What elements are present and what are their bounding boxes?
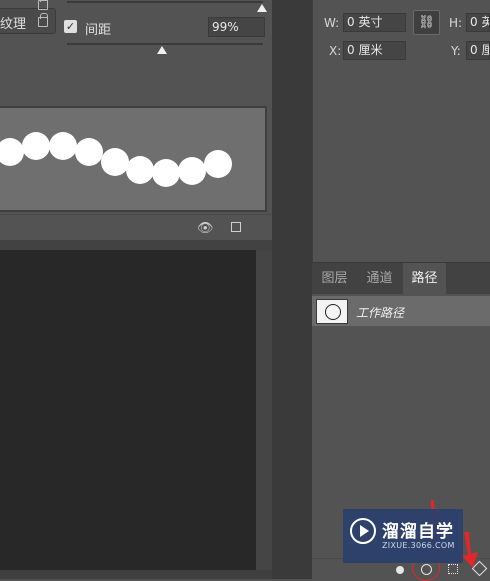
height-label: H:	[449, 16, 463, 30]
properties-panel	[312, 0, 490, 262]
tab-layers[interactable]: 图层	[313, 263, 356, 294]
width-field[interactable]: 0 英寸	[343, 13, 406, 32]
new-brush-preset-icon[interactable]	[231, 222, 241, 232]
height-field[interactable]: 0 英	[466, 13, 490, 32]
play-logo-icon	[350, 518, 376, 544]
spacing-value-field[interactable]: 99%	[208, 17, 265, 37]
preview-dot	[152, 159, 180, 187]
x-label: X:	[329, 44, 342, 58]
preview-dot	[22, 132, 50, 160]
preview-dot	[0, 138, 24, 166]
preview-dot	[204, 150, 232, 178]
y-position-field[interactable]: 0 厘	[466, 41, 490, 60]
spacing-slider-thumb[interactable]	[157, 46, 167, 54]
path-name[interactable]: 工作路径	[356, 304, 404, 321]
spacing-slider-track[interactable]	[67, 43, 263, 45]
x-position-field[interactable]: 0 厘米	[343, 41, 406, 60]
panel-separator	[272, 0, 312, 579]
tab-channels[interactable]: 通道	[358, 263, 401, 294]
watermark-title: 溜溜自学	[382, 522, 454, 542]
preview-dot	[126, 156, 154, 184]
toggle-preview-eye-icon[interactable]: 👁	[197, 221, 214, 236]
panel-resize-handle[interactable]	[0, 240, 272, 250]
tab-paths[interactable]: 路径	[403, 263, 446, 294]
spacing-checkbox[interactable]: ✓	[64, 20, 77, 33]
document-canvas[interactable]	[0, 250, 256, 570]
spacing-label: 间距	[85, 23, 112, 38]
width-label: W:	[324, 16, 340, 30]
lock-icon[interactable]	[38, 13, 48, 27]
y-label: Y:	[451, 44, 461, 58]
canvas-vertical-scrollbar[interactable]	[256, 250, 272, 579]
chain-link-icon: ⛓	[418, 15, 435, 30]
top-slider-thumb[interactable]	[257, 4, 267, 12]
path-thumbnail	[316, 299, 348, 324]
preview-dot	[49, 132, 77, 160]
fill-path-icon[interactable]	[396, 566, 404, 574]
watermark-url: ZIXUE.3066.COM	[382, 541, 455, 550]
lock-icon[interactable]	[38, 0, 48, 10]
preview-dot	[75, 138, 103, 166]
preview-dot	[178, 157, 206, 185]
load-path-as-selection-icon[interactable]	[448, 564, 458, 574]
preview-dot	[101, 148, 129, 176]
canvas-bottom-bar	[0, 570, 272, 579]
brush-stroke-preview	[0, 106, 267, 212]
top-slider-track[interactable]	[67, 1, 263, 3]
texture-label: 纹理	[0, 17, 27, 32]
link-dimensions-button[interactable]: ⛓	[413, 10, 440, 35]
